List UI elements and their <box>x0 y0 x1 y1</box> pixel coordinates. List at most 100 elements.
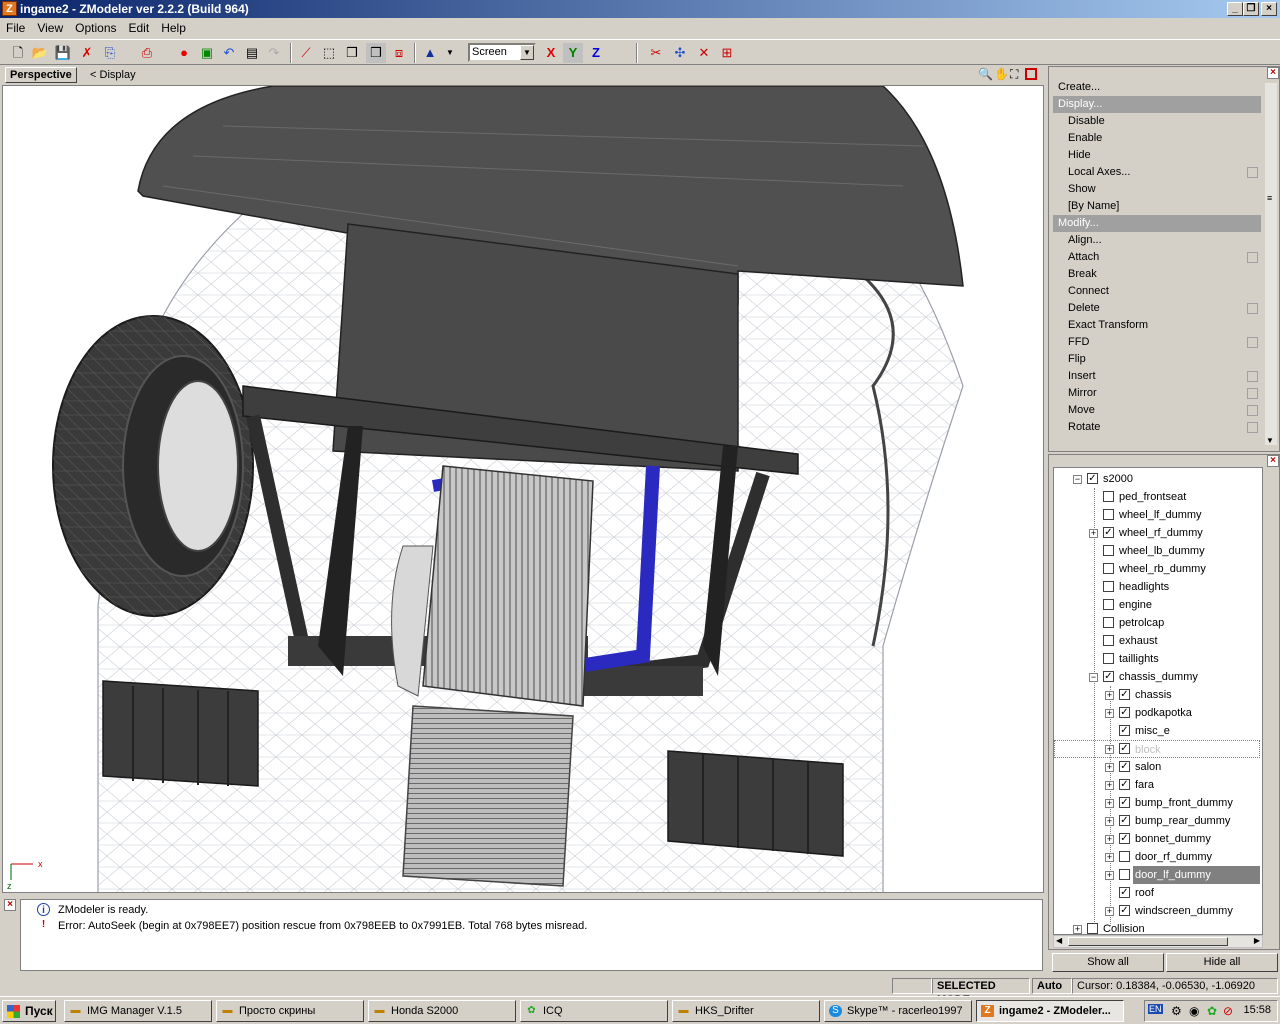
menu-options[interactable]: Options <box>69 18 122 38</box>
options-box[interactable] <box>1247 388 1258 399</box>
expand-icon[interactable]: + <box>1105 799 1114 808</box>
network-icon[interactable]: ⚙ <box>1171 1004 1182 1018</box>
axis-arrow-icon[interactable]: ▲ <box>420 43 440 63</box>
scroll-left-icon[interactable]: ◀ <box>1056 936 1062 945</box>
collapse-icon[interactable]: − <box>1073 475 1082 484</box>
options-box[interactable] <box>1247 303 1258 314</box>
cmd-disable[interactable]: Disable <box>1053 113 1261 130</box>
expand-icon[interactable]: + <box>1105 817 1114 826</box>
cmd-exact-transform[interactable]: Exact Transform <box>1053 317 1261 334</box>
visibility-checkbox[interactable]: ✓ <box>1103 527 1114 538</box>
scroll-thumb[interactable] <box>1068 937 1228 946</box>
vertex-mode-icon[interactable]: ⟋ <box>296 43 316 63</box>
tree-node-selected[interactable]: + door_lf_dummy <box>1054 866 1260 884</box>
task-zmodeler[interactable]: Zingame2 - ZModeler... <box>976 1000 1124 1022</box>
cmd-connect[interactable]: Connect <box>1053 283 1261 300</box>
visibility-checkbox[interactable] <box>1103 617 1114 628</box>
cmd-local-axes[interactable]: Local Axes... <box>1053 164 1261 181</box>
import-icon[interactable]: ⎘ <box>100 43 120 63</box>
cmd-mirror[interactable]: Mirror <box>1053 385 1261 402</box>
visibility-checkbox[interactable]: ✓ <box>1119 815 1130 826</box>
tree-node-s2000[interactable]: − ✓ s2000 <box>1054 470 1260 488</box>
save-icon[interactable]: 💾 <box>53 43 73 63</box>
close-icon[interactable]: × <box>1267 67 1279 79</box>
scroll-down-icon[interactable]: ▼ <box>1266 436 1274 445</box>
scroll-right-icon[interactable]: ▶ <box>1254 936 1260 945</box>
face-mode-icon[interactable]: ⬚ <box>319 43 339 63</box>
visibility-checkbox[interactable] <box>1103 599 1114 610</box>
viewport-perspective-tab[interactable]: Perspective <box>5 67 77 83</box>
options-box[interactable] <box>1247 405 1258 416</box>
new-file-icon[interactable]: 🗋 <box>8 43 28 63</box>
visibility-checkbox[interactable]: ✓ <box>1119 833 1130 844</box>
export-icon[interactable]: ⎙ <box>137 43 157 63</box>
axis-z-toggle[interactable]: Z <box>586 43 606 63</box>
messenger-icon[interactable]: ✿ <box>1207 1004 1217 1018</box>
expand-icon[interactable]: + <box>1105 781 1114 790</box>
zoom-icon[interactable]: 🔍 <box>978 67 993 81</box>
options-box[interactable] <box>1247 252 1258 263</box>
start-button[interactable]: Пуск <box>2 1000 56 1022</box>
visibility-checkbox[interactable]: ✓ <box>1119 743 1130 754</box>
back-arrow[interactable]: < <box>90 69 96 81</box>
visibility-checkbox[interactable]: ✓ <box>1119 707 1130 718</box>
expand-icon[interactable]: + <box>1105 907 1114 916</box>
menu-file[interactable]: File <box>0 18 31 38</box>
delete-icon[interactable]: ✗ <box>77 43 97 63</box>
close-button[interactable]: × <box>1261 2 1277 16</box>
cmd-align[interactable]: Align... <box>1053 232 1261 249</box>
expand-icon[interactable]: + <box>1105 763 1114 772</box>
visibility-checkbox[interactable] <box>1103 509 1114 520</box>
cmd-delete[interactable]: Delete <box>1053 300 1261 317</box>
cmd-ffd[interactable]: FFD <box>1053 334 1261 351</box>
restore-button[interactable]: ❐ <box>1243 2 1259 16</box>
language-indicator[interactable]: EN <box>1148 1004 1163 1014</box>
visibility-checkbox[interactable] <box>1103 563 1114 574</box>
task-honda-folder[interactable]: ▬ Honda S2000 <box>368 1000 516 1022</box>
expand-icon[interactable]: + <box>1089 529 1098 538</box>
antivirus-icon[interactable]: ◉ <box>1189 1004 1199 1018</box>
record-icon[interactable]: ● <box>174 43 194 63</box>
box-select-icon[interactable]: ⧈ <box>389 43 409 63</box>
cmd-break[interactable]: Break <box>1053 266 1261 283</box>
visibility-checkbox[interactable]: ✓ <box>1119 887 1130 898</box>
expand-icon[interactable]: + <box>1105 691 1114 700</box>
visibility-checkbox[interactable] <box>1119 851 1130 862</box>
close-log-icon[interactable]: × <box>4 899 16 911</box>
visibility-checkbox[interactable]: ✓ <box>1119 905 1130 916</box>
open-folder-icon[interactable]: 📂 <box>30 43 50 63</box>
undo-icon[interactable]: ↶ <box>219 43 239 63</box>
chevron-down-icon[interactable]: ▼ <box>520 45 534 60</box>
expand-icon[interactable]: + <box>1105 835 1114 844</box>
axis-x-toggle[interactable]: X <box>541 43 561 63</box>
show-all-button[interactable]: Show all <box>1052 953 1164 972</box>
visibility-checkbox[interactable]: ✓ <box>1119 779 1130 790</box>
visibility-checkbox[interactable] <box>1119 869 1130 880</box>
selection-mode-icon[interactable]: ❒ <box>366 43 386 63</box>
axis-y-toggle[interactable]: Y <box>563 43 583 63</box>
picture-icon[interactable]: ▣ <box>197 43 217 63</box>
visibility-checkbox[interactable]: ✓ <box>1119 761 1130 772</box>
redo-icon[interactable]: ↷ <box>264 43 284 63</box>
expand-icon[interactable]: + <box>1105 709 1114 718</box>
cmd-flip[interactable]: Flip <box>1053 351 1261 368</box>
expand-icon[interactable]: + <box>1105 853 1114 862</box>
minimize-button[interactable]: _ <box>1227 2 1243 16</box>
tray-app-icon[interactable]: ⊘ <box>1223 1004 1233 1018</box>
options-box[interactable] <box>1247 422 1258 433</box>
snap-icon[interactable]: ✂ <box>646 43 666 63</box>
task-img-manager[interactable]: ▬ IMG Manager V.1.5 <box>64 1000 212 1022</box>
modify-group-header[interactable]: Modify... <box>1053 215 1261 232</box>
options-box[interactable] <box>1247 337 1258 348</box>
visibility-checkbox[interactable]: ✓ <box>1087 473 1098 484</box>
cmd-move[interactable]: Move <box>1053 402 1261 419</box>
object-tree[interactable]: − ✓ s2000 ped_frontseat wheel_lf_dummy +… <box>1053 467 1263 935</box>
task-screens-folder[interactable]: ▬ Просто скрины <box>216 1000 364 1022</box>
options-box[interactable] <box>1247 371 1258 382</box>
3d-viewport[interactable]: x z <box>2 85 1044 893</box>
cmd-insert[interactable]: Insert <box>1053 368 1261 385</box>
task-icq[interactable]: ✿ ICQ <box>520 1000 668 1022</box>
dropdown-arrow-icon[interactable]: ▼ <box>440 43 460 63</box>
display-group-header[interactable]: Display... <box>1053 96 1261 113</box>
menu-view[interactable]: View <box>31 18 69 38</box>
